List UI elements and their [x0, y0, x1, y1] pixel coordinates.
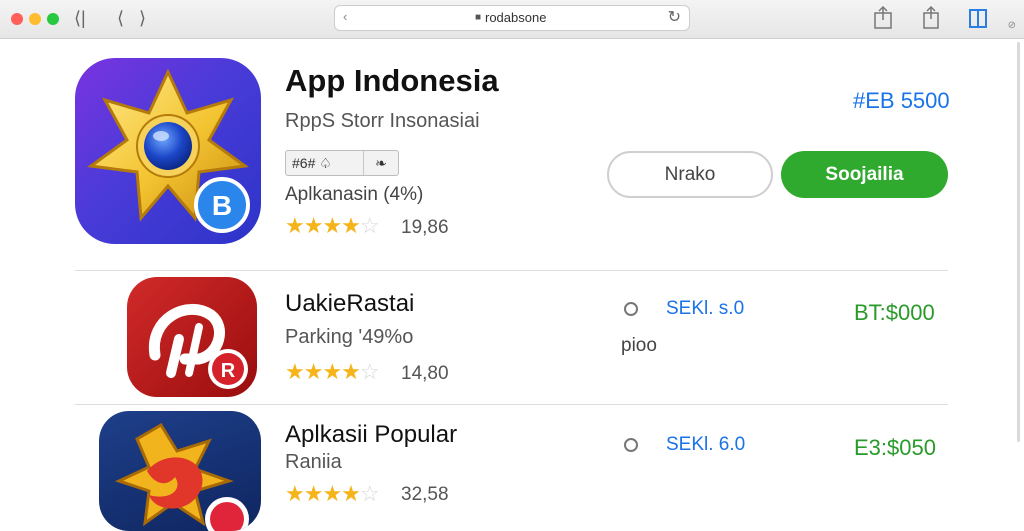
featured-app-title[interactable]: App Indonesia — [285, 63, 499, 99]
badge-right-icon: ❧ — [363, 151, 398, 175]
list-item-subtitle: Raniia — [285, 451, 342, 473]
browser-toolbar: ⟨| ⟨ ⟩ ‹ ■ rodabsone ↻ ⊘ — [0, 0, 1024, 39]
forward-icon[interactable]: ⟩ — [139, 6, 146, 30]
age-rating-badge: #6# ♤ ❧ — [285, 150, 399, 176]
featured-app-icon[interactable]: B — [75, 58, 261, 244]
reload-icon[interactable]: ↻ — [668, 7, 681, 27]
select-radio[interactable] — [624, 302, 638, 316]
overflow-icon[interactable]: ⊘ — [1008, 20, 1016, 31]
rating-count: 19,86 — [401, 217, 449, 238]
list-item-title[interactable]: UakieRastai — [285, 290, 414, 318]
address-back-icon[interactable]: ‹ — [343, 9, 347, 24]
divider — [75, 270, 948, 271]
minimize-window-button[interactable] — [29, 13, 41, 25]
list-item-size: SEKl. 6.0 — [666, 434, 746, 455]
list-item-extra: pioo — [621, 335, 657, 356]
list-item-price[interactable]: BT:$000 — [854, 300, 935, 326]
rating-stars: ★★★★☆ — [285, 359, 380, 384]
featured-app-price: #EB 5500 — [853, 88, 950, 113]
icon-badge-letter: B — [212, 190, 232, 221]
star-gem-icon: B — [87, 68, 250, 233]
parking-p-icon: R — [148, 304, 248, 389]
close-window-button[interactable] — [11, 13, 23, 25]
list-item-icon[interactable] — [99, 411, 261, 531]
list-item-size: SEKl. s.0 — [666, 298, 745, 319]
zoom-window-button[interactable] — [47, 13, 59, 25]
tabs-icon[interactable] — [967, 5, 989, 31]
icon-badge-letter: R — [221, 360, 236, 382]
secondary-action-button[interactable]: Nrako — [607, 151, 773, 198]
list-item-icon[interactable]: R — [127, 277, 257, 397]
upload-icon[interactable] — [921, 5, 941, 31]
divider — [75, 404, 948, 405]
featured-app-subtitle: RppS Storr Insonasiai — [285, 110, 480, 132]
badge-left-text: #6# ♤ — [292, 154, 332, 171]
list-item-title[interactable]: Aplkasii Popular — [285, 421, 457, 449]
rating-count: 32,58 — [401, 484, 449, 505]
featured-app-category: Aplkanasin (4%) — [285, 184, 424, 205]
back-icon[interactable]: ⟨ — [117, 6, 124, 30]
url-text: rodabsone — [485, 10, 547, 25]
list-item-price[interactable]: E3:$050 — [854, 435, 936, 461]
get-button[interactable]: Soojailia — [781, 151, 948, 198]
share-icon[interactable] — [872, 5, 894, 31]
list-item-subtitle: Parking '49%o — [285, 326, 414, 348]
rating-count: 14,80 — [401, 363, 449, 384]
scrollbar[interactable] — [1012, 42, 1020, 462]
lock-icon: ■ — [475, 12, 482, 23]
rating-stars: ★★★★☆ — [285, 481, 380, 506]
rating-stars: ★★★★☆ — [285, 213, 380, 238]
select-radio[interactable] — [624, 438, 638, 452]
flame-star-icon — [114, 422, 249, 531]
address-bar[interactable]: ‹ ■ rodabsone ↻ — [334, 5, 690, 31]
sidebar-toggle-icon[interactable]: ⟨| — [74, 6, 86, 30]
